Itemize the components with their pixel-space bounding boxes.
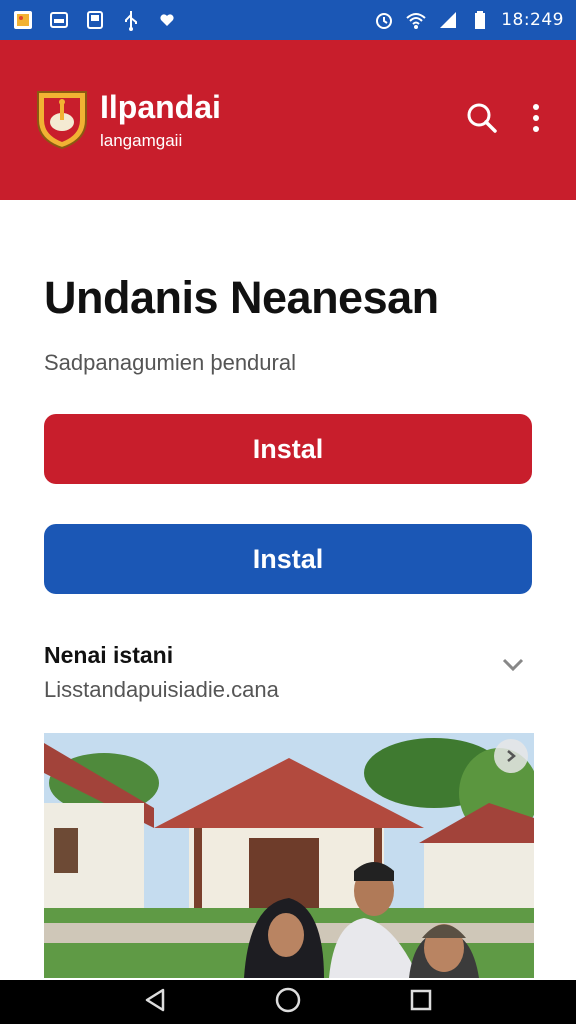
chevron-down-icon[interactable] xyxy=(502,658,524,677)
expandable-section[interactable]: Nenai istani Lisstandapuisiadie.cana xyxy=(44,642,534,703)
app-subtitle: langamgaii xyxy=(100,131,183,150)
page-subtitle: Sadpanagumien þendural xyxy=(44,350,296,375)
section-title: Nenai istani xyxy=(44,642,174,668)
back-icon[interactable] xyxy=(143,987,167,1018)
family-house-photo xyxy=(44,733,534,978)
wifi-icon xyxy=(405,9,427,31)
heart-icon xyxy=(156,9,178,31)
install-button-secondary[interactable]: Instal xyxy=(44,524,532,594)
section-subtitle: Lisstandapuisiadie.cana xyxy=(44,677,279,702)
search-icon[interactable] xyxy=(466,102,498,139)
main-content: Undanis Neanesan Sadpanagumien þendural … xyxy=(44,200,534,703)
chevron-right-icon[interactable] xyxy=(494,739,528,773)
home-icon[interactable] xyxy=(274,986,302,1019)
status-bar: 18:249 xyxy=(0,0,576,40)
status-time: 18:249 xyxy=(501,10,564,30)
more-vert-icon[interactable] xyxy=(532,103,540,138)
window-icon xyxy=(48,9,70,31)
tablet-icon xyxy=(84,9,106,31)
recents-icon[interactable] xyxy=(409,988,433,1017)
install-button-primary[interactable]: Instal xyxy=(44,414,532,484)
page-title: Undanis Neanesan xyxy=(44,272,439,323)
navigation-bar xyxy=(0,980,576,1024)
alarm-icon xyxy=(373,9,395,31)
app-bar: Ilpandai langamgaii xyxy=(0,40,576,200)
crest-logo-icon xyxy=(36,90,88,150)
photos-icon xyxy=(12,9,34,31)
app-title: Ilpandai xyxy=(100,89,221,125)
battery-icon xyxy=(469,9,491,31)
signal-icon xyxy=(437,9,459,31)
usb-icon xyxy=(120,9,142,31)
